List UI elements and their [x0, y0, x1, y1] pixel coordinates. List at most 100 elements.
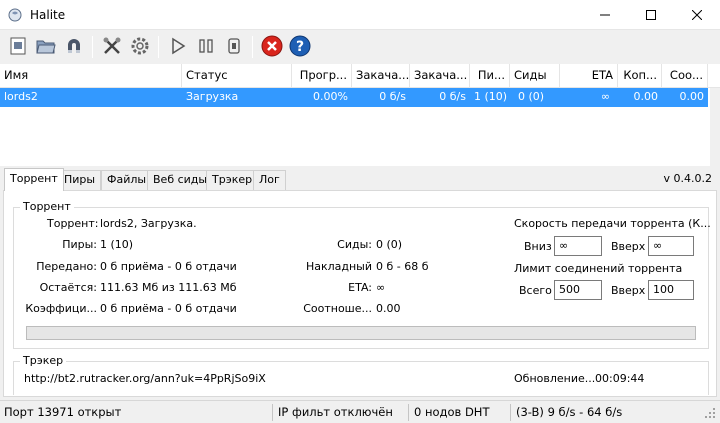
column-header-download[interactable]: Закача...: [352, 64, 410, 88]
cell-download: 0 б/s: [379, 90, 406, 103]
status-ipfilter: IP фильт отключён: [278, 405, 393, 419]
settings-button[interactable]: [128, 35, 152, 59]
toolbar: ?: [0, 30, 720, 64]
resume-button[interactable]: [166, 35, 190, 59]
remove-icon: [261, 35, 283, 60]
speed-down-label: Вниз: [524, 240, 552, 253]
status-dht: 0 нодов DHT: [414, 405, 490, 419]
connections-total-label: Всего: [519, 284, 552, 297]
transferred-label: Передано:: [36, 260, 97, 273]
ratio-value: 0.00: [376, 302, 401, 315]
stop-icon: [225, 37, 243, 58]
column-header-status[interactable]: Статус: [182, 64, 292, 88]
tab-web-seeds[interactable]: Веб сиды: [147, 170, 214, 190]
tracker-group-title: Трэкер: [20, 354, 67, 367]
settings-tools-icon: [102, 36, 122, 59]
cell-name: lords2: [4, 90, 38, 103]
cell-upload: 0 б/s: [439, 90, 466, 103]
coefficient-label: Коэффици...: [25, 302, 97, 315]
torrent-details-panel: Торрент Торрент: lords2, Загрузка. Пиры:…: [3, 190, 717, 397]
maximize-button[interactable]: [628, 0, 674, 30]
column-header-copies[interactable]: Коп...: [618, 64, 662, 88]
column-header-ratio[interactable]: Соо...: [662, 64, 708, 88]
open-folder-icon: [36, 37, 56, 58]
column-header-eta[interactable]: ETA: [560, 64, 618, 88]
cell-ratio: 0.00: [679, 90, 705, 103]
table-row[interactable]: lords2 Загрузка 0.00% 0 б/s 0 б/s 1 (10)…: [0, 88, 708, 107]
torrent-list: Имя Статус Прогр... Закача... Закача... …: [0, 64, 720, 166]
connections-up-field[interactable]: 100: [648, 280, 694, 300]
tab-log[interactable]: Лог: [253, 170, 286, 190]
toolbar-separator: [92, 36, 93, 58]
cell-copies: 0.00: [633, 90, 659, 103]
tools-button[interactable]: [100, 35, 124, 59]
connections-up-label: Вверх: [611, 284, 646, 297]
seeds-label: Сиды:: [337, 238, 372, 251]
play-icon: [169, 37, 187, 58]
add-torrent-icon: [9, 37, 27, 58]
column-header-name[interactable]: Имя: [0, 64, 182, 88]
status-bar: Порт 13971 открыт IP фильт отключён 0 но…: [0, 400, 720, 423]
status-separator: [408, 404, 409, 421]
list-scrollbar[interactable]: [710, 88, 720, 166]
transferred-value: 0 б приёма - 0 б отдачи: [100, 260, 237, 273]
eta-value: ∞: [376, 281, 386, 294]
torrent-label: Торрент:: [47, 217, 99, 230]
pause-icon: [197, 37, 215, 58]
connection-limit-title: Лимит соединений торрента: [514, 262, 683, 275]
column-header-progress[interactable]: Прогр...: [292, 64, 352, 88]
resize-grip-icon[interactable]: [704, 407, 716, 422]
list-header: Имя Статус Прогр... Закача... Закача... …: [0, 64, 720, 88]
column-header-upload[interactable]: Закача...: [410, 64, 470, 88]
close-button[interactable]: [674, 0, 720, 30]
magnet-icon: [65, 37, 83, 58]
cell-progress: 0.00%: [313, 90, 348, 103]
column-header-peers[interactable]: Пи...: [470, 64, 510, 88]
speed-up-field[interactable]: ∞: [648, 236, 694, 256]
torrent-progress-bar: [26, 326, 696, 340]
title-bar: Halite: [0, 0, 720, 30]
tab-peers[interactable]: Пиры: [58, 170, 102, 190]
remove-button[interactable]: [260, 35, 284, 59]
magnet-button[interactable]: [62, 35, 86, 59]
details-tabs: Торрент Пиры Файлы Веб сиды Трэкер Лог v…: [0, 166, 720, 191]
help-button[interactable]: ?: [288, 35, 312, 59]
open-folder-button[interactable]: [34, 35, 58, 59]
svg-text:?: ?: [296, 39, 304, 55]
window-title: Halite: [30, 8, 66, 22]
tab-files[interactable]: Файлы: [101, 170, 153, 190]
version-label: v 0.4.0.2: [663, 172, 713, 185]
speed-up-label: Вверх: [611, 240, 646, 253]
status-speed: (3-B) 9 б/s - 64 б/s: [516, 405, 623, 419]
status-separator: [510, 404, 511, 421]
minimize-button[interactable]: [582, 0, 628, 30]
status-port: Порт 13971 открыт: [4, 405, 122, 419]
pause-button[interactable]: [194, 35, 218, 59]
coefficient-value: 0 б приёма - 0 б отдачи: [100, 302, 237, 315]
cell-status: Загрузка: [186, 90, 239, 103]
column-header-seeds[interactable]: Сиды: [510, 64, 560, 88]
gear-icon: [130, 36, 150, 59]
cell-peers: 1 (10): [474, 90, 508, 103]
remaining-value: 111.63 Мб из 111.63 Мб: [100, 281, 237, 294]
ratio-label: Соотноше...: [303, 302, 372, 315]
speed-down-field[interactable]: ∞: [554, 236, 602, 256]
cell-eta: ∞: [600, 90, 610, 103]
connections-total-field[interactable]: 500: [554, 280, 602, 300]
stop-button[interactable]: [222, 35, 246, 59]
tracker-update-value: 00:09:44: [595, 372, 645, 385]
peers-label: Пиры:: [62, 238, 97, 251]
tab-torrent[interactable]: Торрент: [4, 168, 64, 191]
eta-label: ETA:: [348, 281, 372, 294]
speed-limit-title: Скорость передачи торрента (К...: [514, 217, 711, 230]
add-torrent-button[interactable]: [6, 35, 30, 59]
toolbar-separator: [158, 36, 159, 58]
tab-tracker[interactable]: Трэкер: [206, 170, 259, 190]
torrent-group-title: Торрент: [20, 200, 74, 213]
tracker-update-label: Обновление...: [514, 372, 596, 385]
help-icon: ?: [289, 35, 311, 60]
cell-seeds: 0 (0): [518, 90, 545, 103]
overhead-value: 0 б - 68 б: [376, 260, 429, 273]
overhead-label: Накладный: [305, 260, 372, 273]
app-icon: [8, 8, 22, 22]
